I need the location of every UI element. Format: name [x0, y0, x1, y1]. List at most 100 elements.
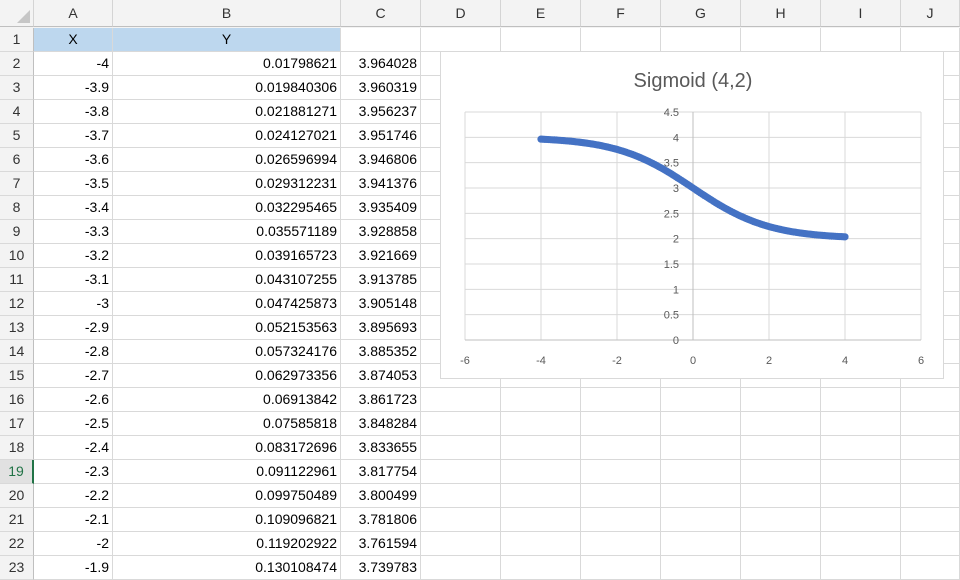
cell-c3[interactable]: 3.960319	[341, 76, 421, 100]
cell-b14[interactable]: 0.057324176	[113, 340, 341, 364]
cell-b20[interactable]: 0.099750489	[113, 484, 341, 508]
cell-b10[interactable]: 0.039165723	[113, 244, 341, 268]
cell-a22[interactable]: -2	[34, 532, 113, 556]
cell-empty[interactable]	[661, 460, 741, 484]
cell-a7[interactable]: -3.5	[34, 172, 113, 196]
cell-a3[interactable]: -3.9	[34, 76, 113, 100]
cell-c14[interactable]: 3.885352	[341, 340, 421, 364]
cell-empty[interactable]	[901, 556, 960, 580]
cell-c13[interactable]: 3.895693	[341, 316, 421, 340]
cell-empty[interactable]	[501, 556, 581, 580]
row-header-1[interactable]: 1	[0, 28, 34, 52]
cell-empty[interactable]	[741, 460, 821, 484]
cell-c15[interactable]: 3.874053	[341, 364, 421, 388]
cell-empty[interactable]	[501, 412, 581, 436]
cell-empty[interactable]	[661, 436, 741, 460]
cell-c5[interactable]: 3.951746	[341, 124, 421, 148]
cell-b6[interactable]: 0.026596994	[113, 148, 341, 172]
cell-empty[interactable]	[901, 508, 960, 532]
cell-c20[interactable]: 3.800499	[341, 484, 421, 508]
row-header-9[interactable]: 9	[0, 220, 34, 244]
column-header-i[interactable]: I	[821, 0, 901, 27]
cell-a8[interactable]: -3.4	[34, 196, 113, 220]
cell-empty[interactable]	[581, 508, 661, 532]
chart[interactable]: Sigmoid (4,2) 0 0.5 1 1.5 2 2.5 3 3.5 4 4.5 -6 -4 -2…	[440, 51, 944, 379]
column-header-g[interactable]: G	[661, 0, 741, 27]
row-header-19[interactable]: 19	[0, 460, 34, 484]
cell-empty[interactable]	[501, 436, 581, 460]
cell-empty[interactable]	[661, 412, 741, 436]
cell-a16[interactable]: -2.6	[34, 388, 113, 412]
cell-empty[interactable]	[421, 556, 501, 580]
row-header-20[interactable]: 20	[0, 484, 34, 508]
cell-empty[interactable]	[421, 484, 501, 508]
cell-empty[interactable]	[581, 484, 661, 508]
cell-c9[interactable]: 3.928858	[341, 220, 421, 244]
cell-empty[interactable]	[501, 388, 581, 412]
row-header-2[interactable]: 2	[0, 52, 34, 76]
row-header-10[interactable]: 10	[0, 244, 34, 268]
cell-empty[interactable]	[741, 388, 821, 412]
cell-empty[interactable]	[901, 28, 960, 52]
cell-empty[interactable]	[581, 556, 661, 580]
cell-empty[interactable]	[661, 508, 741, 532]
cell-empty[interactable]	[821, 508, 901, 532]
cell-empty[interactable]	[741, 436, 821, 460]
cell-empty[interactable]	[581, 436, 661, 460]
row-header-7[interactable]: 7	[0, 172, 34, 196]
row-header-21[interactable]: 21	[0, 508, 34, 532]
cell-empty[interactable]	[581, 532, 661, 556]
cell-empty[interactable]	[821, 436, 901, 460]
cell-a5[interactable]: -3.7	[34, 124, 113, 148]
cell-empty[interactable]	[661, 532, 741, 556]
cell-empty[interactable]	[661, 388, 741, 412]
cell-empty[interactable]	[421, 508, 501, 532]
row-header-17[interactable]: 17	[0, 412, 34, 436]
cell-b1[interactable]: Y	[113, 28, 341, 52]
column-header-h[interactable]: H	[741, 0, 821, 27]
cell-c21[interactable]: 3.781806	[341, 508, 421, 532]
row-header-22[interactable]: 22	[0, 532, 34, 556]
cell-a15[interactable]: -2.7	[34, 364, 113, 388]
cell-empty[interactable]	[501, 460, 581, 484]
cell-a19[interactable]: -2.3	[34, 460, 113, 484]
cell-empty[interactable]	[421, 532, 501, 556]
cell-c17[interactable]: 3.848284	[341, 412, 421, 436]
cell-a9[interactable]: -3.3	[34, 220, 113, 244]
cell-empty[interactable]	[581, 28, 661, 52]
column-header-j[interactable]: J	[901, 0, 960, 27]
cell-b18[interactable]: 0.083172696	[113, 436, 341, 460]
cell-b23[interactable]: 0.130108474	[113, 556, 341, 580]
cell-empty[interactable]	[661, 556, 741, 580]
row-header-23[interactable]: 23	[0, 556, 34, 580]
cell-c11[interactable]: 3.913785	[341, 268, 421, 292]
cell-empty[interactable]	[821, 388, 901, 412]
cell-a6[interactable]: -3.6	[34, 148, 113, 172]
cell-a13[interactable]: -2.9	[34, 316, 113, 340]
cell-c8[interactable]: 3.935409	[341, 196, 421, 220]
cell-empty[interactable]	[581, 412, 661, 436]
cell-c12[interactable]: 3.905148	[341, 292, 421, 316]
cell-b19[interactable]: 0.091122961	[113, 460, 341, 484]
cell-empty[interactable]	[741, 532, 821, 556]
cell-b13[interactable]: 0.052153563	[113, 316, 341, 340]
cell-c1[interactable]	[341, 28, 421, 52]
cell-empty[interactable]	[581, 388, 661, 412]
cell-c2[interactable]: 3.964028	[341, 52, 421, 76]
row-header-4[interactable]: 4	[0, 100, 34, 124]
row-header-16[interactable]: 16	[0, 388, 34, 412]
cell-b7[interactable]: 0.029312231	[113, 172, 341, 196]
cell-empty[interactable]	[821, 460, 901, 484]
row-header-6[interactable]: 6	[0, 148, 34, 172]
cell-c18[interactable]: 3.833655	[341, 436, 421, 460]
cell-empty[interactable]	[661, 484, 741, 508]
cell-empty[interactable]	[421, 436, 501, 460]
cell-empty[interactable]	[821, 412, 901, 436]
cell-empty[interactable]	[421, 460, 501, 484]
row-header-8[interactable]: 8	[0, 196, 34, 220]
cell-empty[interactable]	[821, 484, 901, 508]
cell-b3[interactable]: 0.019840306	[113, 76, 341, 100]
cell-b11[interactable]: 0.043107255	[113, 268, 341, 292]
cell-c23[interactable]: 3.739783	[341, 556, 421, 580]
cell-empty[interactable]	[901, 436, 960, 460]
